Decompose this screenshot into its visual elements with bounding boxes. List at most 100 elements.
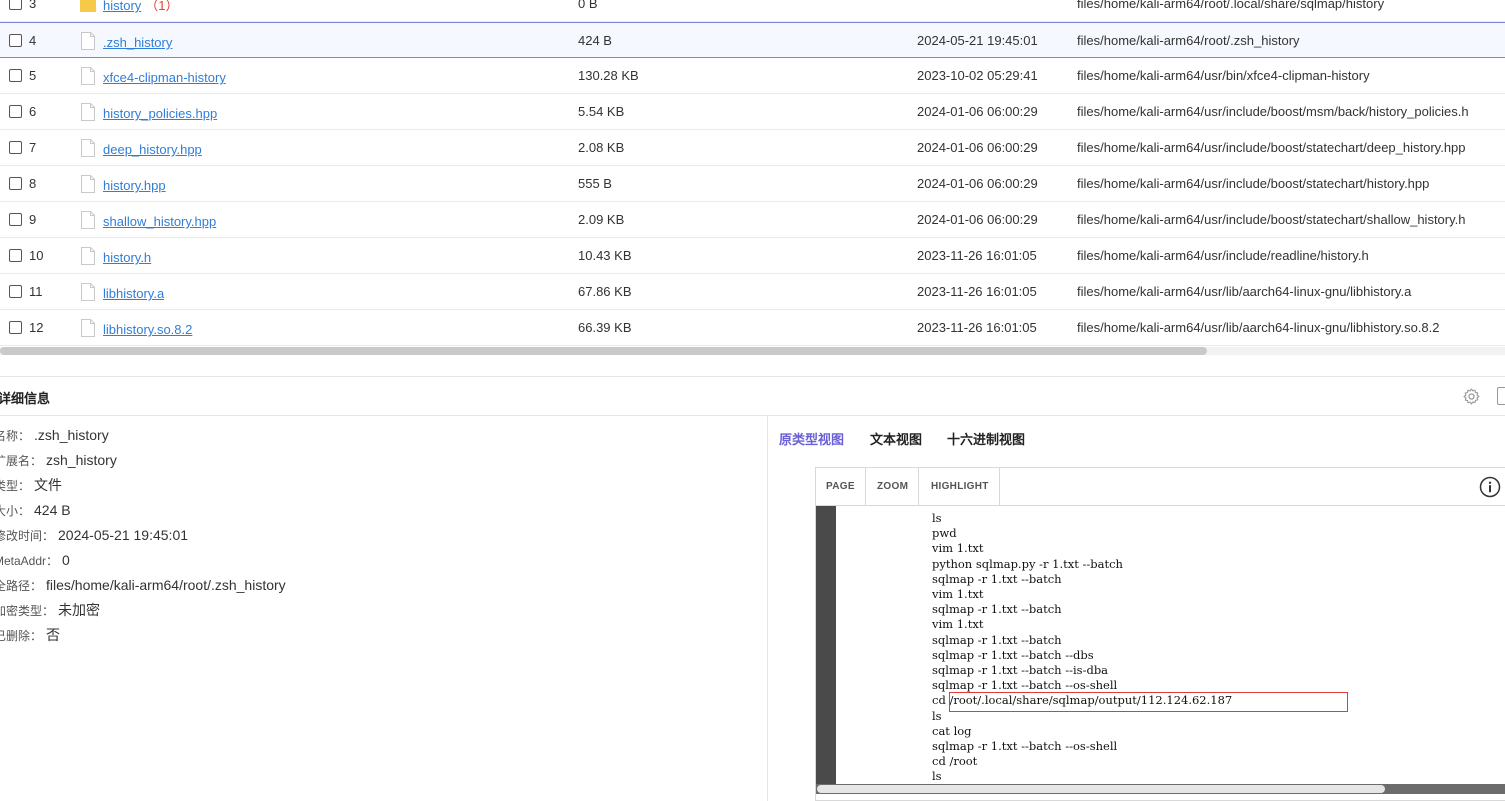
table-row[interactable]: 9 shallow_history.hpp 2.09 KB 2024-01-06 06… <box>0 202 1505 238</box>
document-line: vim 1.txt <box>932 541 984 556</box>
file-name: deep_history.hpp <box>103 132 206 168</box>
property-value: zsh_history <box>46 452 117 468</box>
property-row: MetaAddr： 0 <box>0 549 70 571</box>
file-name-link[interactable]: shallow_history.hpp <box>103 214 216 229</box>
highlight-box <box>949 692 1348 712</box>
property-row: 大小： 424 B <box>0 499 71 521</box>
row-index: 10 <box>29 248 44 263</box>
table-row[interactable]: 3 history （1） 0 B files/home/kali-arm64/root… <box>0 0 1505 22</box>
property-value: 0 <box>62 552 70 568</box>
file-name: history.h <box>103 240 155 276</box>
property-row: 类型： 文件 <box>0 474 62 496</box>
document-text: ls pwd vim 1.txt python sqlmap.py -r 1.txt … <box>932 511 1232 785</box>
file-path: files/home/kali-arm64/usr/include/boost/… <box>1077 104 1469 119</box>
table-row[interactable]: 12 libhistory.so.8.2 66.39 KB 2023-11-26 16… <box>0 310 1505 346</box>
file-name-link[interactable]: history.h <box>103 250 151 265</box>
table-row[interactable]: 5 xfce4-clipman-history 130.28 KB 2023-10-0… <box>0 58 1505 94</box>
highlight-button[interactable]: HIGHLIGHT <box>921 468 1000 506</box>
row-checkbox[interactable] <box>9 105 22 118</box>
document-line: ls <box>932 769 942 784</box>
document-line: cat log <box>932 723 972 738</box>
file-name-link[interactable]: history <box>103 0 141 13</box>
file-name-link[interactable]: history.hpp <box>103 178 166 193</box>
file-icon <box>81 67 95 85</box>
property-label: 全路径： <box>0 579 43 593</box>
file-name-link[interactable]: xfce4-clipman-history <box>103 70 226 85</box>
table-scrollbar-thumb[interactable] <box>0 347 1207 355</box>
row-checkbox[interactable] <box>9 321 22 334</box>
document-line: pwd <box>932 526 957 541</box>
file-modified: 2024-01-06 06:00:29 <box>917 212 1038 227</box>
file-size: 66.39 KB <box>578 320 632 335</box>
file-modified: 2024-05-21 19:45:01 <box>917 33 1038 48</box>
page-button[interactable]: PAGE <box>816 468 866 506</box>
file-path: files/home/kali-arm64/usr/lib/aarch64-li… <box>1077 320 1440 335</box>
file-name: libhistory.a <box>103 276 168 312</box>
row-checkbox[interactable] <box>9 177 22 190</box>
file-name: history_policies.hpp <box>103 96 221 132</box>
file-size: 130.28 KB <box>578 68 639 83</box>
row-checkbox[interactable] <box>9 69 22 82</box>
file-icon <box>81 32 95 50</box>
row-checkbox[interactable] <box>9 249 22 262</box>
row-index: 4 <box>29 33 37 48</box>
file-path: files/home/kali-arm64/usr/include/boost/… <box>1077 212 1466 227</box>
file-modified: 2023-11-26 16:01:05 <box>917 248 1037 263</box>
property-value: files/home/kali-arm64/root/.zsh_history <box>46 577 286 593</box>
table-row[interactable]: 4 .zsh_history 424 B 2024-05-21 19:45:01 fil… <box>0 22 1505 58</box>
file-path: files/home/kali-arm64/usr/include/boost/… <box>1077 176 1430 191</box>
file-modified: 2024-01-06 06:00:29 <box>917 104 1038 119</box>
table-row[interactable]: 8 history.hpp 555 B 2024-01-06 06:00:29 file… <box>0 166 1505 202</box>
row-checkbox[interactable] <box>9 213 22 226</box>
table-row[interactable]: 11 libhistory.a 67.86 KB 2023-11-26 16:01:0… <box>0 274 1505 310</box>
file-name-link[interactable]: libhistory.so.8.2 <box>103 322 192 337</box>
file-modified: 2024-01-06 06:00:29 <box>917 176 1038 191</box>
row-index: 9 <box>29 212 37 227</box>
file-name-link[interactable]: libhistory.a <box>103 286 164 301</box>
document-viewer: PAGE ZOOM HIGHLIGHT ls pwd vim 1.txt python… <box>815 467 1505 801</box>
document-line: sqlmap -r 1.txt --batch <box>932 632 1062 647</box>
row-checkbox[interactable] <box>9 0 22 10</box>
file-path: files/home/kali-arm64/usr/lib/aarch64-li… <box>1077 284 1412 299</box>
file-icon <box>81 283 95 301</box>
file-modified: 2024-01-06 06:00:29 <box>917 140 1038 155</box>
file-name-link[interactable]: deep_history.hpp <box>103 142 202 157</box>
file-path: files/home/kali-arm64/usr/include/boost/… <box>1077 140 1466 155</box>
table-row[interactable]: 10 history.h 10.43 KB 2023-11-26 16:01:05 fi… <box>0 238 1505 274</box>
zoom-button[interactable]: ZOOM <box>867 468 920 506</box>
file-size: 5.54 KB <box>578 104 625 119</box>
row-index: 5 <box>29 68 37 83</box>
row-checkbox[interactable] <box>9 34 22 47</box>
info-icon[interactable] <box>1479 476 1501 498</box>
file-name-link[interactable]: .zsh_history <box>103 35 172 50</box>
file-name-link[interactable]: history_policies.hpp <box>103 106 217 121</box>
file-modified: 2023-11-26 16:01:05 <box>917 320 1037 335</box>
file-name: history.hpp <box>103 168 170 204</box>
file-icon <box>81 211 95 229</box>
file-size: 2.08 KB <box>578 140 625 155</box>
table-row[interactable]: 6 history_policies.hpp 5.54 KB 2024-01-06 0… <box>0 94 1505 130</box>
document-line: sqlmap -r 1.txt --batch <box>932 571 1062 586</box>
property-label: 修改时间： <box>0 529 55 543</box>
document-page: ls pwd vim 1.txt python sqlmap.py -r 1.txt … <box>836 506 1505 786</box>
viewer-scrollbar-thumb[interactable] <box>817 785 1385 793</box>
document-area[interactable]: ls pwd vim 1.txt python sqlmap.py -r 1.txt … <box>816 506 1505 786</box>
viewer-toolbar: PAGE ZOOM HIGHLIGHT <box>816 468 1505 506</box>
tab-original-view[interactable]: 原类型视图 <box>779 429 844 448</box>
row-checkbox[interactable] <box>9 285 22 298</box>
row-checkbox[interactable] <box>9 141 22 154</box>
properties-panel: 名称： .zsh_history 扩展名： zsh_history 类型： 文件 大小： 42… <box>0 416 768 801</box>
tab-text-view[interactable]: 文本视图 <box>870 429 922 448</box>
panel-toggle-icon[interactable] <box>1497 387 1505 405</box>
property-value: 否 <box>46 627 61 643</box>
property-label: 名称： <box>0 429 31 443</box>
file-name: history （1） <box>103 0 179 24</box>
property-label: 扩展名： <box>0 454 43 468</box>
property-row: 修改时间： 2024-05-21 19:45:01 <box>0 524 188 546</box>
table-row[interactable]: 7 deep_history.hpp 2.08 KB 2024-01-06 06:00… <box>0 130 1505 166</box>
tab-hex-view[interactable]: 十六进制视图 <box>947 429 1025 448</box>
row-index: 12 <box>29 320 44 335</box>
property-label: 加密类型： <box>0 604 55 618</box>
gear-icon[interactable] <box>1462 387 1481 406</box>
detail-title: 详细信息 <box>0 391 51 406</box>
